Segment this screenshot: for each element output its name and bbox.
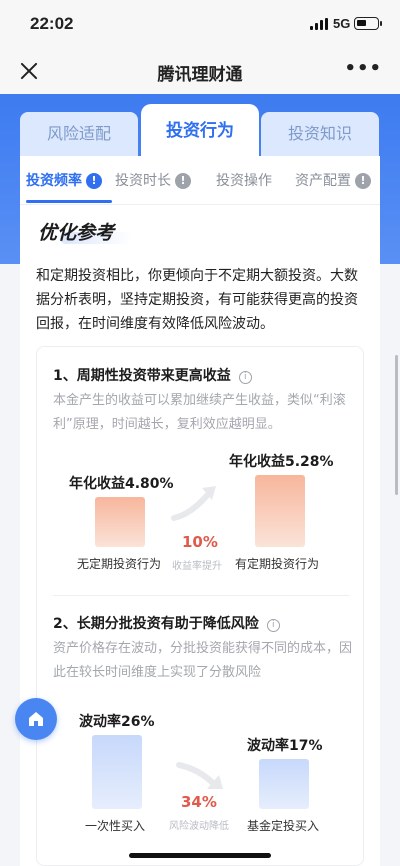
return-change-pct: 10% [182,533,218,551]
divider [53,595,349,596]
tab-investment-behavior[interactable]: 投资行为 [141,104,259,158]
comparison-panel: 1、周期性投资带来更高收益 i 本金产生的收益可以累加继续产生收益，类似“利滚利”… [36,346,364,866]
right-volatility-caption: 基金定投买入 [247,819,320,833]
subtab-bar: 投资频率! 投资时长! 投资操作 资产配置! [20,156,380,204]
section-2-title: 2、长期分批投资有助于降低风险 i [53,613,280,633]
left-return-bar [95,497,145,547]
left-return-caption: 无定期投资行为 [77,557,162,571]
subtab-allocation[interactable]: 资产配置! [295,170,371,190]
subtab-label: 投资频率 [26,173,82,189]
network-label: 5G [333,16,351,31]
subtab-duration[interactable]: 投资时长! [115,170,191,190]
home-indicator[interactable] [129,853,271,858]
section-title: 优化参考 [38,222,115,244]
page-title: 腾讯理财通 [157,65,243,85]
battery-icon [354,17,382,30]
section-1-desc: 本金产生的收益可以累加继续产生收益，类似“利滚利”原理，时间越长，复利效应越明显… [53,393,346,432]
subtab-label: 资产配置 [295,173,351,189]
signal-icon [310,18,328,30]
subtab-frequency[interactable]: 投资频率! [26,170,102,190]
info-icon[interactable]: i [238,371,252,384]
right-volatility-label: 波动率17% [247,738,323,754]
content-card: 投资频率! 投资时长! 投资操作 资产配置! 优化参考 和定期投资相比，你更倾向… [20,156,380,866]
right-volatility-bar [259,759,309,809]
info-icon[interactable]: i [266,619,280,632]
left-volatility-bar [92,735,142,809]
left-return-label: 年化收益4.80% [69,476,174,492]
tab-investment-knowledge[interactable]: 投资知识 [261,112,379,156]
alert-icon: ! [355,173,371,189]
subtab-operation[interactable]: 投资操作 [216,170,272,190]
status-bar: 22:02 5G [0,0,400,50]
section-2-title-text: 2、长期分批投资有助于降低风险 [53,616,259,632]
alert-icon: ! [86,173,102,189]
volatility-change-caption: 风险波动降低 [169,821,229,832]
alert-icon: ! [175,173,191,189]
arrow-icon [176,762,223,789]
left-volatility-caption: 一次性买入 [85,819,146,833]
tab-risk-fit[interactable]: 风险适配 [20,112,138,156]
section-1-title-text: 1、周期性投资带来更高收益 [53,368,231,384]
volatility-change-pct: 34% [181,793,217,811]
section-2-desc: 资产价格存在波动，分批投资能获得不同的成本，因此在较长时间维度上实现了分散风险 [53,641,353,680]
status-time: 22:02 [30,14,74,33]
nav-bar: 腾讯理财通 ••• [0,50,400,94]
intro-text: 和定期投资相比，你更倾向于不定期大额投资。大数据分析表明，坚持定期投资，有可能获… [36,268,358,332]
right-return-bar [255,475,305,547]
return-change-caption: 收益率提升 [172,561,222,572]
home-button[interactable] [15,698,57,740]
section-1-title: 1、周期性投资带来更高收益 i [53,365,252,385]
active-subtab-indicator [26,200,112,203]
right-return-caption: 有定期投资行为 [235,557,320,571]
divider [20,204,380,205]
right-return-label: 年化收益5.28% [229,454,334,470]
home-icon [29,712,43,726]
subtab-label: 投资时长 [115,173,171,189]
arrow-icon [171,486,216,521]
more-icon[interactable]: ••• [344,60,382,78]
scrollbar[interactable] [395,355,398,495]
left-volatility-label: 波动率26% [79,714,155,730]
